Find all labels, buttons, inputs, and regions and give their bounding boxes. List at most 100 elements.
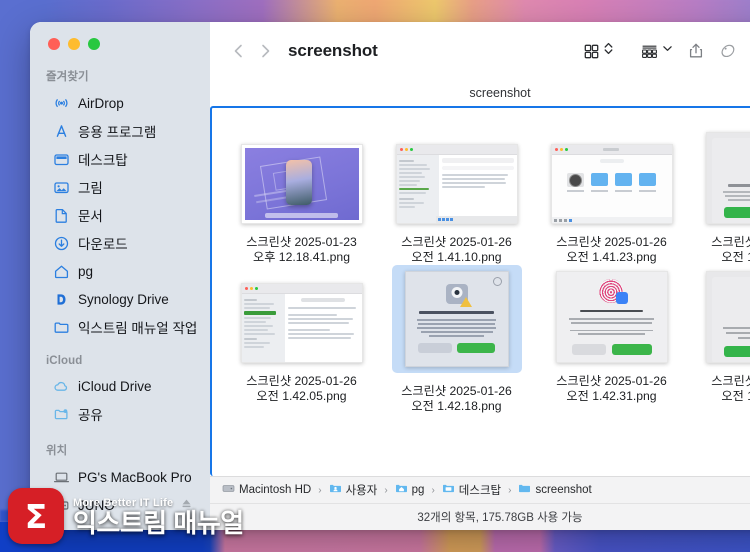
- file-name: 스크린샷 2025-01-26 오전 1.42.44.png: [711, 374, 750, 403]
- file-name: 스크린샷 2025-01-23 오후 12.18.41.png: [246, 235, 357, 264]
- view-mode-stepper-icon[interactable]: [603, 40, 614, 62]
- back-button[interactable]: [226, 38, 252, 64]
- close-button[interactable]: [48, 38, 60, 50]
- finder-window: 즐겨찾기 AirDrop 응용 프로그램 데스크탑 그림 문서 다운로드 pg …: [30, 22, 750, 530]
- sidebar-item-pgs-macbook-pro[interactable]: PG's MacBook Pro: [37, 463, 203, 491]
- chevron-right-icon: ›: [318, 484, 322, 496]
- breadcrumb-pg[interactable]: pg: [395, 482, 425, 498]
- file-name: 스크린샷 2025-01-26 오전 1.41.10.png: [401, 235, 512, 264]
- file-thumbnail: [547, 126, 677, 224]
- folder-icon: [53, 319, 70, 336]
- watermark-tagline: More Better IT Life: [73, 496, 174, 509]
- status-bar: 32개의 항목, 175.78GB 사용 가능: [210, 503, 750, 530]
- downloads-icon: [53, 235, 70, 252]
- toolbar: screenshot: [210, 22, 750, 80]
- more-actions-button[interactable]: [745, 37, 750, 65]
- forward-button[interactable]: [252, 38, 278, 64]
- path-bar: Macintosh HD › 사용자 › pg › 데스크탑 › screens…: [210, 476, 750, 503]
- home-icon: [53, 263, 70, 280]
- file-item[interactable]: 스크린샷 2025-01-26 오전 1.41.23.png: [534, 126, 689, 265]
- sidebar-item-label: AirDrop: [78, 95, 124, 111]
- chevron-right-icon: ›: [431, 484, 435, 496]
- file-thumbnail: [392, 126, 522, 224]
- file-item[interactable]: 스크린샷 2025-01-26 오전 1.41.39.png: [689, 126, 750, 265]
- home-folder-icon: [395, 482, 408, 498]
- sidebar-item-documents[interactable]: 문서: [37, 201, 203, 229]
- file-name: 스크린샷 2025-01-26 오전 1.41.23.png: [556, 235, 667, 264]
- file-item[interactable]: 스크린샷 2025-01-26 오전 1.41.10.png: [379, 126, 534, 265]
- file-thumbnail: [237, 265, 367, 363]
- sidebar-item-label: PG's MacBook Pro: [78, 469, 192, 485]
- sidebar-item-label: 다운로드: [78, 237, 128, 252]
- chevron-right-icon: ›: [508, 484, 512, 496]
- sidebar-list[interactable]: 즐겨찾기 AirDrop 응용 프로그램 데스크탑 그림 문서 다운로드 pg …: [30, 52, 210, 519]
- breadcrumb-label: 데스크탑: [458, 485, 502, 497]
- file-thumbnail: [702, 126, 750, 224]
- sidebar-section-locations-header: 위치: [46, 445, 68, 457]
- file-thumbnail: [702, 265, 750, 363]
- file-item[interactable]: 스크린샷 2025-01-26 오전 1.42.44.png: [689, 265, 750, 414]
- main-pane: screenshot screenshot 스크린샷 2025-01-23 오후…: [210, 22, 750, 530]
- file-name: 스크린샷 2025-01-26 오전 1.42.18.png: [401, 384, 512, 413]
- file-item[interactable]: 스크린샷 2025-01-26 오전 1.42.05.png: [224, 265, 379, 414]
- sidebar-item-pictures[interactable]: 그림: [37, 173, 203, 201]
- file-item[interactable]: 스크린샷 2025-01-26 오전 1.42.31.png: [534, 265, 689, 414]
- documents-icon: [53, 207, 70, 224]
- sidebar-section-icloud-header: iCloud: [46, 355, 83, 367]
- watermark-text: More Better IT Life 익스트림 매뉴얼: [73, 497, 244, 536]
- toolbar-actions: [577, 37, 750, 65]
- breadcrumb-users[interactable]: 사용자: [329, 482, 378, 498]
- sidebar-item-icloud-drive[interactable]: iCloud Drive: [37, 372, 203, 400]
- desktop-folder-icon: [442, 482, 455, 498]
- sidebar-item-desktop[interactable]: 데스크탑: [37, 145, 203, 173]
- file-grid-container[interactable]: 스크린샷 2025-01-23 오후 12.18.41.png 스크린샷 202…: [210, 106, 750, 476]
- sidebar-item-label: 문서: [78, 209, 103, 224]
- file-grid: 스크린샷 2025-01-23 오후 12.18.41.png 스크린샷 202…: [212, 108, 750, 414]
- tag-button[interactable]: [713, 37, 743, 65]
- chevron-down-icon[interactable]: [662, 40, 673, 62]
- sidebar-item-label: iCloud Drive: [78, 378, 152, 394]
- folder-subtitle: screenshot: [210, 80, 750, 106]
- sidebar-item-applications[interactable]: 응용 프로그램: [37, 117, 203, 145]
- watermark: Σ More Better IT Life 익스트림 매뉴얼: [8, 488, 244, 544]
- sidebar-item-label: 데스크탑: [78, 153, 128, 168]
- sidebar: 즐겨찾기 AirDrop 응용 프로그램 데스크탑 그림 문서 다운로드 pg …: [30, 22, 210, 530]
- minimize-button[interactable]: [68, 38, 80, 50]
- synology-icon: [53, 291, 70, 308]
- sidebar-section-favorites-header: 즐겨찾기: [46, 71, 89, 83]
- chevron-right-icon: ›: [384, 484, 388, 496]
- breadcrumb-desktop[interactable]: 데스크탑: [442, 482, 501, 498]
- sidebar-item-synology-drive[interactable]: Synology Drive: [37, 285, 203, 313]
- sidebar-item-extreme-manual-work[interactable]: 익스트림 매뉴얼 작업: [37, 313, 203, 341]
- sidebar-item-label: 응용 프로그램: [78, 125, 157, 140]
- folder-icon: [518, 482, 531, 498]
- sidebar-item-label: Synology Drive: [78, 291, 169, 307]
- window-body: 즐겨찾기 AirDrop 응용 프로그램 데스크탑 그림 문서 다운로드 pg …: [30, 22, 750, 530]
- maximize-button[interactable]: [88, 38, 100, 50]
- applications-icon: [53, 123, 70, 140]
- sidebar-item-airdrop[interactable]: AirDrop: [37, 89, 203, 117]
- desktop-icon: [53, 151, 70, 168]
- sidebar-item-label: pg: [78, 263, 94, 279]
- file-thumbnail: [398, 271, 516, 367]
- share-button[interactable]: [681, 37, 711, 65]
- file-item-selected[interactable]: 스크린샷 2025-01-26 오전 1.42.18.png: [379, 265, 534, 414]
- watermark-logo-icon: Σ: [8, 488, 64, 544]
- airdrop-icon: [53, 95, 70, 112]
- sidebar-item-label: 공유: [78, 408, 103, 423]
- sidebar-item-pg[interactable]: pg: [37, 257, 203, 285]
- breadcrumb-label: Macintosh HD: [239, 484, 312, 496]
- breadcrumb-label: 사용자: [345, 485, 378, 497]
- file-item[interactable]: 스크린샷 2025-01-23 오후 12.18.41.png: [224, 126, 379, 265]
- selection-highlight: [391, 265, 522, 373]
- sidebar-item-label: 익스트림 매뉴얼 작업: [78, 321, 198, 336]
- breadcrumb-screenshot[interactable]: screenshot: [518, 482, 592, 498]
- pictures-icon: [53, 179, 70, 196]
- view-mode-button[interactable]: [577, 37, 620, 65]
- shared-folder-icon: [53, 406, 70, 423]
- group-by-button[interactable]: [634, 37, 679, 65]
- sidebar-item-shared[interactable]: 공유: [37, 400, 203, 428]
- sidebar-item-downloads[interactable]: 다운로드: [37, 229, 203, 257]
- breadcrumb-label: pg: [411, 484, 425, 496]
- laptop-icon: [53, 469, 70, 486]
